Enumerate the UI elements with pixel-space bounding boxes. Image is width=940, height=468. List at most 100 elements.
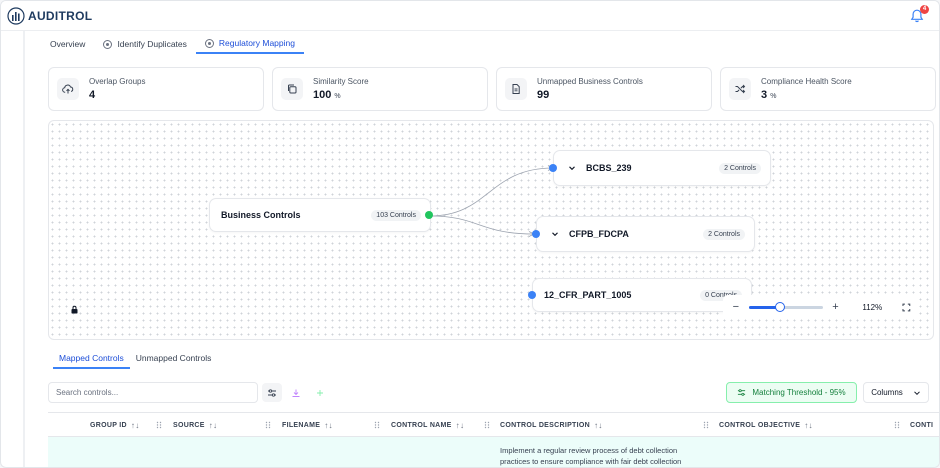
shuffle-icon <box>729 78 751 100</box>
lock-icon[interactable] <box>70 305 79 314</box>
app-window: AUDITROL 4 Overview Identify Duplicates … <box>0 0 940 468</box>
stat-value: 3 % <box>761 89 777 101</box>
copy-icon <box>281 78 303 100</box>
drag-handle-icon[interactable] <box>894 421 900 429</box>
zoom-slider-thumb[interactable] <box>774 302 785 312</box>
node-name: Business Controls <box>221 210 301 220</box>
column-header-control-name[interactable]: CONTROL NAME ↑↓ <box>391 413 464 437</box>
node-input-handle[interactable] <box>532 230 540 238</box>
column-header-control-truncated[interactable]: CONTI <box>910 413 933 437</box>
filter-button[interactable] <box>262 383 282 402</box>
sort-icon: ↑↓ <box>593 420 603 430</box>
table-header: GROUP ID ↑↓ SOURCE ↑↓ FILENAME ↑↓ CONTROL N… <box>48 412 939 437</box>
tab-label: Regulatory Mapping <box>218 38 295 48</box>
columns-label: Columns <box>871 388 903 397</box>
top-bar: AUDITROL 4 <box>1 1 939 31</box>
column-header-source[interactable]: SOURCE ↑↓ <box>173 413 217 437</box>
stat-value: 99 <box>537 89 550 101</box>
threshold-label: Matching Threshold - 95% <box>752 388 846 397</box>
stat-card-overlap-groups: Overlap Groups 4 <box>48 67 264 111</box>
column-header-group-id[interactable]: GROUP ID ↑↓ <box>90 413 140 437</box>
app-name: AUDITROL <box>28 9 93 23</box>
controls-sub-tabs: Mapped Controls Unmapped Controls <box>53 349 217 369</box>
search-input[interactable] <box>48 382 258 403</box>
cloud-upload-icon <box>57 78 79 100</box>
radar-icon <box>204 38 214 48</box>
download-button[interactable] <box>286 383 306 402</box>
tab-overview[interactable]: Overview <box>41 34 94 54</box>
node-controls-badge: 2 Controls <box>703 228 745 240</box>
edge-bcbs-239 <box>429 167 554 217</box>
drag-handle-icon[interactable] <box>374 421 380 429</box>
app-logo[interactable]: AUDITROL <box>7 7 92 25</box>
zoom-controls: − + 112% <box>723 295 919 319</box>
add-button[interactable] <box>310 383 330 402</box>
node-business-controls[interactable]: Business Controls 103 Controls <box>209 198 431 232</box>
sort-icon: ↑↓ <box>324 420 333 430</box>
node-name: CFPB_FDCPA <box>569 229 629 239</box>
logo-icon <box>7 7 25 25</box>
sort-icon: ↑↓ <box>208 420 218 430</box>
column-header-control-objective[interactable]: CONTROL OBJECTIVE ↑↓ <box>719 413 813 437</box>
drag-handle-icon[interactable] <box>265 421 271 429</box>
sliders-icon <box>738 389 746 396</box>
sliders-icon <box>268 388 276 397</box>
sort-icon: ↑↓ <box>455 420 465 430</box>
sort-icon: ↑↓ <box>804 420 813 430</box>
node-12-cfr-part-1005[interactable]: 12_CFR_PART_1005 0 Controls <box>532 278 752 312</box>
fit-view-icon[interactable] <box>902 303 911 312</box>
node-controls-badge: 2 Controls <box>719 162 761 174</box>
drag-handle-icon[interactable] <box>156 421 162 429</box>
node-name: BCBS_239 <box>586 163 632 173</box>
tab-label: Overview <box>50 39 86 49</box>
tab-mapped-controls[interactable]: Mapped Controls <box>53 349 130 369</box>
zoom-level: 112% <box>862 302 883 312</box>
stat-label: Compliance Health Score <box>761 77 852 86</box>
zoom-out-button[interactable]: − <box>731 301 741 313</box>
node-input-handle[interactable] <box>528 291 536 299</box>
main-tabs: Overview Identify Duplicates Regulatory … <box>41 34 304 54</box>
tab-unmapped-controls[interactable]: Unmapped Controls <box>130 349 218 369</box>
tab-regulatory-mapping[interactable]: Regulatory Mapping <box>195 34 304 54</box>
zoom-slider[interactable] <box>748 302 823 312</box>
node-name: 12_CFR_PART_1005 <box>544 290 632 300</box>
table-toolbar: Matching Threshold - 95% Columns <box>48 382 934 404</box>
stats-row: Overlap Groups 4 Similarity Score 100 % … <box>48 67 936 111</box>
node-input-handle[interactable] <box>549 164 557 172</box>
node-cfpb-fdcpa[interactable]: CFPB_FDCPA 2 Controls <box>536 216 755 252</box>
matching-threshold-button[interactable]: Matching Threshold - 95% <box>726 382 857 403</box>
node-bcbs-239[interactable]: BCBS_239 2 Controls <box>553 150 771 186</box>
node-controls-badge: 103 Controls <box>371 209 421 221</box>
stat-label: Similarity Score <box>313 77 369 86</box>
side-scroll-track <box>23 31 25 467</box>
columns-dropdown[interactable]: Columns <box>863 382 929 403</box>
chevron-down-icon <box>913 390 920 395</box>
sort-icon: ↑↓ <box>130 420 140 430</box>
stat-value: 100 % <box>313 89 341 101</box>
stat-card-compliance-health-score: Compliance Health Score 3 % <box>720 67 936 111</box>
drag-handle-icon[interactable] <box>703 421 709 429</box>
radar-icon <box>103 39 113 49</box>
table-row[interactable]: Implement a regular review process of de… <box>48 437 939 467</box>
chevron-down-icon[interactable] <box>568 164 576 172</box>
stat-value: 4 <box>89 89 96 101</box>
tab-label: Identify Duplicates <box>117 39 187 49</box>
document-icon <box>505 78 527 100</box>
stat-card-similarity-score: Similarity Score 100 % <box>272 67 488 111</box>
control-description-cell: Implement a regular review process of de… <box>500 446 682 466</box>
drag-handle-icon[interactable] <box>484 421 490 429</box>
chevron-down-icon[interactable] <box>551 230 559 238</box>
stat-label: Unmapped Business Controls <box>537 77 643 86</box>
stat-card-unmapped-business-controls: Unmapped Business Controls 99 <box>496 67 712 111</box>
notification-badge: 4 <box>920 5 929 14</box>
node-output-handle[interactable] <box>425 211 433 219</box>
edge-cfpb-fdcpa <box>429 215 535 235</box>
tab-identify-duplicates[interactable]: Identify Duplicates <box>94 34 195 54</box>
column-header-control-description[interactable]: CONTROL DESCRIPTION ↑↓ <box>500 413 603 437</box>
zoom-in-button[interactable]: + <box>831 301 841 313</box>
mapping-graph-canvas[interactable]: Business Controls 103 Controls BCBS_239 … <box>48 120 934 340</box>
column-header-filename[interactable]: FILENAME ↑↓ <box>282 413 333 437</box>
download-icon <box>292 389 300 397</box>
stat-label: Overlap Groups <box>89 77 146 86</box>
plus-icon <box>317 389 323 396</box>
